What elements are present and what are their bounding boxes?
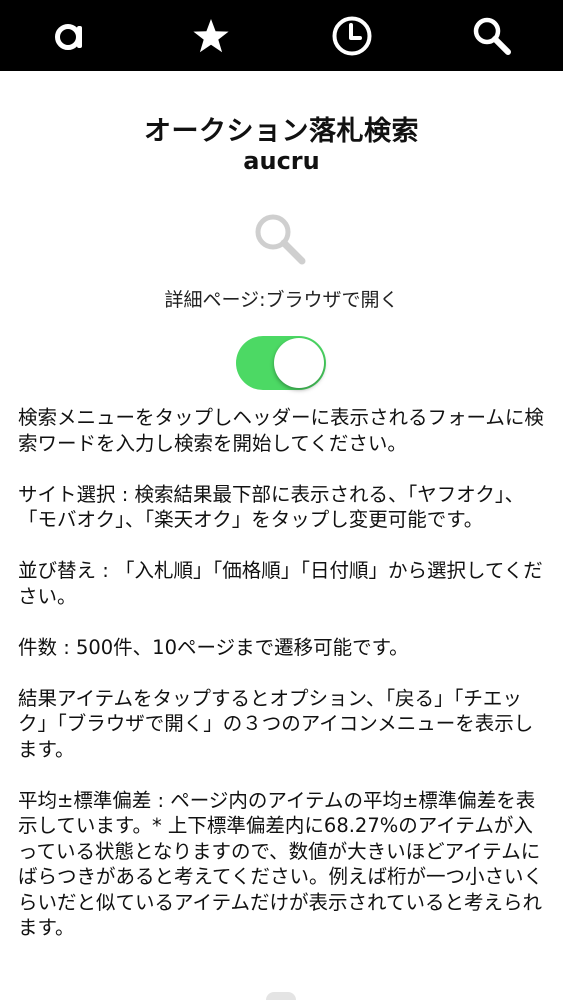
star-icon xyxy=(193,18,229,52)
instruction-site-select: サイト選択 : 検索結果最下部に表示される、「ヤフオク」、「モバオク」、「楽天オ… xyxy=(18,482,525,532)
search-icon xyxy=(473,17,511,55)
app-logo-button[interactable] xyxy=(35,0,105,71)
page-title: オークション落札検索 xyxy=(144,116,419,147)
a-logo-icon xyxy=(55,23,82,50)
favorites-button[interactable] xyxy=(176,0,246,71)
instruction-stddev: 平均±標準偏差 : ページ内のアイテムの平均±標準偏差を表示しています。* 上下… xyxy=(18,788,543,940)
instruction-sort: 並び替え : 「入札順」「価格順」「日付順」から選択してください。 xyxy=(18,559,543,608)
detail-page-label: 詳細ページ:ブラウザで開く xyxy=(164,289,399,311)
clock-icon xyxy=(332,16,372,55)
app-name: aucru xyxy=(243,147,320,175)
history-button[interactable] xyxy=(317,0,387,71)
instruction-item-tap: 結果アイテムをタップするとオプション、「戻る」「チエック」「ブラウザで開く」の３… xyxy=(18,686,534,761)
instruction-count: 件数 : 500件、10ページまで遷移可能です。 xyxy=(18,635,409,659)
search-icon xyxy=(255,214,306,265)
open-in-browser-toggle[interactable] xyxy=(236,336,326,390)
search-button[interactable] xyxy=(457,0,527,71)
toggle-knob xyxy=(274,338,324,388)
top-toolbar xyxy=(0,0,563,71)
instructions: 検索メニューをタップしヘッダーに表示されるフォームに検索ワードを入力し検索を開始… xyxy=(18,405,548,966)
instruction-search: 検索メニューをタップしヘッダーに表示されるフォームに検索ワードを入力し検索を開始… xyxy=(18,406,544,455)
scroll-hint xyxy=(266,992,296,1000)
